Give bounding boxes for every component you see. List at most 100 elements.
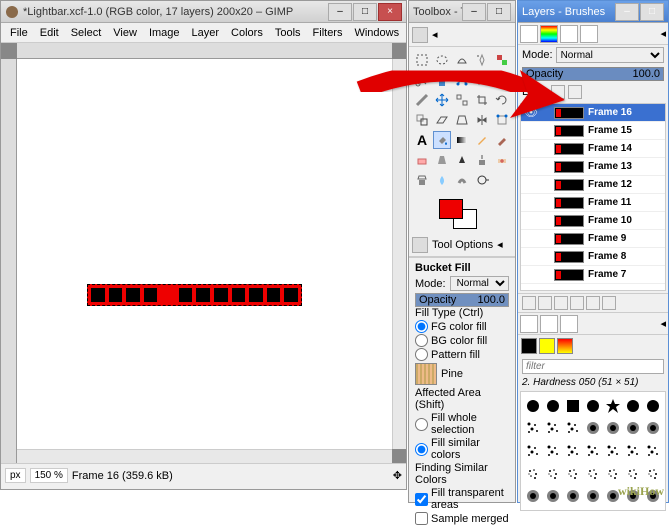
layer-opacity-slider[interactable]: Opacity100.0 [522, 67, 664, 81]
ellipse-select-tool[interactable] [433, 51, 451, 69]
paths-tool[interactable] [453, 71, 471, 89]
bucket-fill-tool[interactable] [433, 131, 451, 149]
vertical-scrollbar[interactable] [392, 59, 406, 449]
layers-min-button[interactable]: – [615, 3, 639, 21]
layer-row[interactable]: Frame 11 [521, 194, 665, 212]
brush-item[interactable] [544, 485, 563, 507]
nav-icon[interactable]: ✥ [393, 469, 402, 482]
foreground-color[interactable] [439, 199, 463, 219]
brush-item[interactable] [643, 463, 662, 485]
lock-pixels-icon[interactable] [551, 85, 565, 99]
close-button[interactable]: × [378, 3, 402, 21]
blur-tool[interactable] [433, 171, 451, 189]
menu-colors[interactable]: Colors [226, 25, 268, 41]
menu-filters[interactable]: Filters [308, 25, 348, 41]
tab-arrow-icon[interactable]: ◂ [497, 238, 503, 251]
layer-row[interactable]: Frame 12 [521, 176, 665, 194]
layer-row[interactable]: Frame 7 [521, 266, 665, 284]
paintbrush-tool[interactable] [493, 131, 511, 149]
merged-check[interactable]: Sample merged [415, 512, 509, 525]
cage-tool[interactable] [493, 111, 511, 129]
eraser-tool[interactable] [413, 151, 431, 169]
toolbox-titlebar[interactable]: Toolbox - Tool Op… – □ [409, 1, 515, 23]
maximize-button[interactable]: □ [353, 3, 377, 21]
brush-item[interactable] [524, 440, 543, 462]
layer-name[interactable]: Frame 16 [588, 107, 632, 118]
brush-item[interactable] [623, 463, 642, 485]
brush-filter-input[interactable] [522, 359, 664, 374]
lower-layer-button[interactable] [554, 296, 568, 310]
menu-image[interactable]: Image [144, 25, 185, 41]
brushes-tab-icon[interactable] [520, 315, 538, 333]
layer-row[interactable]: Frame 13 [521, 158, 665, 176]
patterns-tab-icon[interactable] [540, 315, 558, 333]
color-picker-tool[interactable] [473, 71, 491, 89]
brush-item[interactable] [643, 395, 662, 417]
layer-name[interactable]: Frame 11 [588, 197, 631, 208]
flip-tool[interactable] [473, 111, 491, 129]
brush-item[interactable] [544, 463, 563, 485]
airbrush-tool[interactable] [433, 151, 451, 169]
pattern-swatch[interactable] [415, 363, 437, 385]
layer-name[interactable]: Frame 13 [588, 161, 632, 172]
layer-row[interactable]: Frame 10 [521, 212, 665, 230]
layer-row[interactable]: Frame 15 [521, 122, 665, 140]
align-tool[interactable] [453, 91, 471, 109]
rect-select-tool[interactable] [413, 51, 431, 69]
minimize-button[interactable]: – [328, 3, 352, 21]
layers-tab-icon[interactable] [520, 25, 538, 43]
move-tool[interactable] [433, 91, 451, 109]
main-titlebar[interactable]: *Lightbar.xcf-1.0 (RGB color, 17 layers)… [1, 1, 406, 23]
vertical-ruler[interactable] [1, 59, 17, 463]
free-select-tool[interactable] [453, 51, 471, 69]
menu-layer[interactable]: Layer [187, 25, 225, 41]
visibility-icon[interactable]: 👁 [524, 106, 536, 119]
delete-layer-button[interactable] [602, 296, 616, 310]
duplicate-layer-button[interactable] [570, 296, 584, 310]
brush-item[interactable] [603, 418, 622, 440]
brush-item[interactable] [584, 418, 603, 440]
brush-item[interactable] [584, 463, 603, 485]
toolbox-min-button[interactable]: – [462, 3, 486, 21]
channels-tab-icon[interactable] [540, 25, 558, 43]
canvas[interactable] [17, 59, 392, 449]
shear-tool[interactable] [433, 111, 451, 129]
dodge-tool[interactable] [473, 171, 491, 189]
layer-name[interactable]: Frame 12 [588, 179, 632, 190]
layer-name[interactable]: Frame 8 [588, 251, 626, 262]
brush-item[interactable] [544, 440, 563, 462]
fg-fill-radio[interactable]: FG color fill [415, 320, 509, 333]
layers-titlebar[interactable]: Layers - Brushes – □ [518, 1, 668, 23]
brush-item[interactable] [584, 440, 603, 462]
layer-name[interactable]: Frame 7 [588, 269, 626, 280]
brush-item[interactable] [524, 463, 543, 485]
gradient-current-icon[interactable] [557, 338, 573, 354]
perspective-tool[interactable] [453, 111, 471, 129]
brush-item[interactable] [643, 418, 662, 440]
scissors-tool[interactable] [413, 71, 431, 89]
brush-item[interactable] [603, 463, 622, 485]
pencil-tool[interactable] [473, 131, 491, 149]
brush-item[interactable] [564, 418, 583, 440]
tab-arrow-icon[interactable]: ◂ [660, 27, 666, 40]
brush-item[interactable] [584, 485, 603, 507]
layer-row[interactable]: Frame 9 [521, 230, 665, 248]
layer-list[interactable]: 👁Frame 16Frame 15Frame 14Frame 13Frame 1… [520, 103, 666, 291]
color-select-tool[interactable] [493, 51, 511, 69]
heal-tool[interactable] [493, 151, 511, 169]
foreground-select-tool[interactable] [433, 71, 451, 89]
layer-name[interactable]: Frame 10 [588, 215, 632, 226]
opacity-slider[interactable]: Opacity100.0 [415, 293, 509, 307]
brush-item[interactable] [623, 440, 642, 462]
raise-layer-button[interactable] [538, 296, 552, 310]
tooloptions-tab-icon[interactable] [412, 237, 428, 253]
layer-name[interactable]: Frame 9 [588, 233, 626, 244]
brush-item[interactable] [564, 395, 583, 417]
brush-item[interactable] [564, 463, 583, 485]
crop-tool[interactable] [473, 91, 491, 109]
toolbox-max-button[interactable]: □ [487, 3, 511, 21]
undo-tab-icon[interactable] [580, 25, 598, 43]
layer-mode-select[interactable]: Normal [556, 47, 664, 63]
fuzzy-select-tool[interactable] [473, 51, 491, 69]
layer-row[interactable]: 👁 Frame 16 [521, 104, 665, 122]
